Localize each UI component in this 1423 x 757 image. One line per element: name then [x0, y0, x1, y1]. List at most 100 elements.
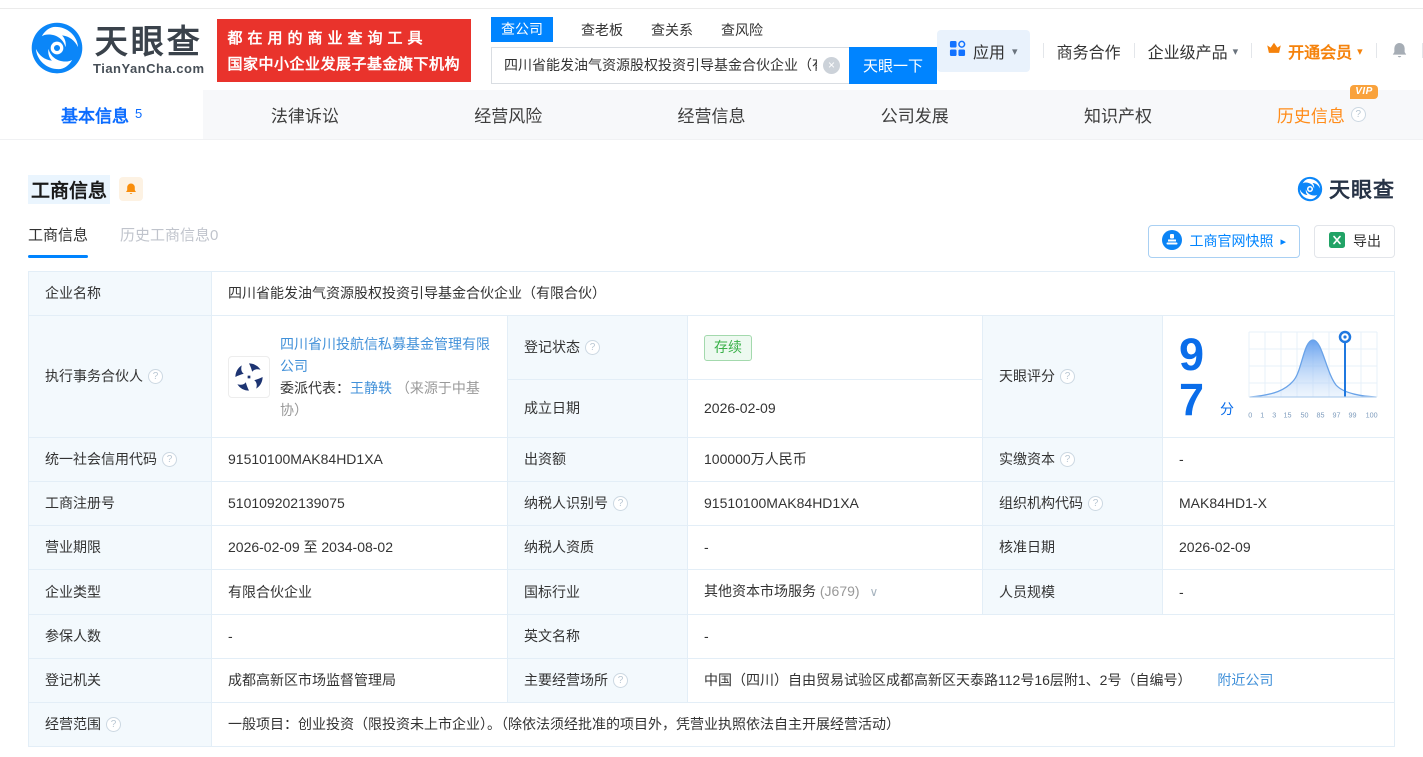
table-row: 经营范围? 一般项目：创业投资（限投资未上市企业）。（除依法须经批准的项目外，凭… — [28, 702, 1395, 747]
tab-operating-risk[interactable]: 经营风险 — [407, 90, 610, 139]
caret-down-icon: ▾ — [1012, 46, 1018, 58]
search-area: 查公司 查老板 查关系 查风险 × 天眼一下 — [491, 17, 938, 84]
help-icon[interactable]: ? — [148, 369, 163, 384]
field-label-industry: 国标行业 — [507, 569, 688, 615]
top-nav: 应用 ▾ 商务合作 企业级产品 ▾ 开通会员 ▾ 费米 ▾ — [937, 29, 1423, 72]
subtab-label: 历史工商信息0 — [120, 227, 219, 244]
open-vip-label: 开通会员 — [1288, 44, 1353, 62]
search-tab-relation[interactable]: 查关系 — [651, 20, 693, 40]
section-header: 工商信息 天眼查 — [28, 174, 1395, 204]
field-value-business-address: 中国（四川）自由贸易试验区成都高新区天泰路112号16层附1、2号（自编号） 附… — [687, 658, 1395, 703]
tab-count-badge: 5 — [135, 106, 143, 121]
tianyancha-logo-icon — [30, 21, 84, 80]
field-label-business-term: 营业期限 — [28, 525, 212, 570]
field-label-staff-size: 人员规模 — [982, 569, 1163, 615]
nav-open-vip[interactable]: 开通会员 ▾ — [1265, 39, 1363, 63]
score-axis-ticks: 01 3 15 50 85 97 99 100 — [1248, 411, 1378, 420]
divider — [1375, 43, 1377, 58]
divider — [1251, 43, 1253, 58]
notification-bell-icon[interactable] — [1390, 41, 1409, 60]
field-value-taxpayer-id: 91510100MAK84HD1XA — [687, 481, 983, 526]
field-value-paid-capital: - — [1162, 437, 1395, 482]
help-icon[interactable]: ? — [106, 717, 121, 732]
vip-badge: VIP — [1350, 85, 1378, 99]
partner-company-logo[interactable] — [228, 355, 270, 398]
tab-legal-proceedings[interactable]: 法律诉讼 — [203, 90, 406, 139]
table-row: 营业期限 2026-02-09 至 2034-08-02 纳税人资质 - 核准日… — [28, 525, 1395, 570]
field-label-english-name: 英文名称 — [507, 614, 688, 659]
help-icon[interactable]: ? — [1088, 496, 1103, 511]
arrow-right-icon: ▸ — [1280, 235, 1286, 248]
site-header: 天眼查 TianYanCha.com 都在用的商业查询工具 国家中小企业发展子基… — [0, 9, 1423, 90]
field-value-english-name: - — [687, 614, 1395, 659]
field-label-establish-date: 成立日期 — [507, 379, 688, 438]
address-text: 中国（四川）自由贸易试验区成都高新区天泰路112号16层附1、2号（自编号） — [704, 672, 1192, 688]
score-distribution-chart: 01 3 15 50 85 97 99 100 — [1248, 327, 1378, 426]
score-number: 97 — [1179, 328, 1205, 425]
search-input[interactable] — [491, 46, 850, 84]
apps-grid-icon — [949, 40, 966, 62]
help-icon[interactable]: ? — [585, 340, 600, 356]
official-snapshot-button[interactable]: 工商官网快照 ▸ — [1148, 224, 1300, 258]
field-label-business-address: 主要经营场所? — [507, 658, 688, 703]
tianyancha-logo[interactable]: 天眼查 TianYanCha.com — [30, 21, 205, 80]
field-value-contribution: 100000万人民币 — [687, 437, 983, 482]
field-label-business-scope: 经营范围? — [28, 702, 212, 747]
field-label-reg-authority: 登记机关 — [28, 658, 212, 703]
snapshot-label: 工商官网快照 — [1189, 233, 1274, 249]
nav-enterprise-products[interactable]: 企业级产品 ▾ — [1148, 39, 1239, 63]
field-label-taxpayer-id: 纳税人识别号? — [507, 481, 688, 526]
help-icon[interactable]: ? — [162, 452, 177, 467]
field-value-staff-size: - — [1162, 569, 1395, 615]
tab-company-development[interactable]: 公司发展 — [813, 90, 1016, 139]
search-tab-boss[interactable]: 查老板 — [581, 20, 623, 40]
clear-search-icon[interactable]: × — [823, 56, 841, 74]
caret-down-icon: ▾ — [1232, 46, 1239, 58]
nav-business-cooperation[interactable]: 商务合作 — [1057, 39, 1121, 63]
slogan-line2: 国家中小企业发展子基金旗下机构 — [227, 56, 461, 73]
field-value-insured-count: - — [211, 614, 508, 659]
rep-name-link[interactable]: 王静轶 — [350, 380, 392, 396]
help-icon[interactable]: ? — [1350, 107, 1366, 122]
export-button[interactable]: 导出 — [1314, 224, 1395, 258]
search-tab-risk[interactable]: 查风险 — [721, 20, 763, 40]
subtab-history-business-info[interactable]: 历史工商信息0 — [120, 224, 218, 258]
tab-basic-info[interactable]: 基本信息 5 — [0, 90, 204, 139]
field-label-company-name: 企业名称 — [28, 271, 212, 316]
help-icon[interactable]: ? — [1060, 369, 1075, 384]
business-info-table: 企业名称 四川省能发油气资源股权投资引导基金合伙企业（有限合伙） 执行事务合伙人… — [28, 271, 1395, 747]
excel-icon — [1328, 231, 1346, 252]
tab-label: 经营信息 — [677, 107, 746, 126]
watermark-text: 天眼查 — [1329, 179, 1395, 202]
help-icon[interactable]: ? — [1060, 452, 1075, 467]
inactive-underline — [120, 255, 218, 258]
table-row: 企业类型 有限合伙企业 国标行业 其他资本市场服务 (J679) ∨ 人员规模 … — [28, 569, 1395, 615]
industry-name: 其他资本市场服务 — [704, 583, 816, 599]
tab-operating-info[interactable]: 经营信息 — [610, 90, 813, 139]
search-tab-company[interactable]: 查公司 — [491, 17, 554, 42]
help-icon[interactable]: ? — [613, 673, 628, 688]
brand-slogan: 都在用的商业查询工具 国家中小企业发展子基金旗下机构 — [216, 19, 472, 82]
help-icon[interactable]: ? — [613, 496, 628, 511]
field-value-business-term: 2026-02-09 至 2034-08-02 — [211, 525, 508, 570]
slogan-line1: 都在用的商业查询工具 — [227, 30, 428, 47]
field-value-reg-number: 510109202139075 — [211, 481, 508, 526]
field-value-reg-authority: 成都高新区市场监督管理局 — [211, 658, 508, 703]
field-label-company-type: 企业类型 — [28, 569, 212, 615]
tab-intellectual-property[interactable]: 知识产权 — [1016, 90, 1219, 139]
chevron-down-icon[interactable]: ∨ — [869, 585, 878, 599]
partner-company-link[interactable]: 四川省川投航信私募基金管理有限公司 — [280, 336, 490, 374]
subtab-business-info[interactable]: 工商信息 — [28, 224, 89, 258]
search-button[interactable]: 天眼一下 — [849, 46, 938, 84]
nearby-companies-link[interactable]: 附近公司 — [1217, 672, 1273, 688]
apps-menu[interactable]: 应用 ▾ — [937, 29, 1030, 72]
tab-history-info[interactable]: 历史信息 ? VIP — [1220, 85, 1423, 139]
divider — [1042, 43, 1044, 58]
logo-domain-text: TianYanCha.com — [93, 61, 205, 76]
field-value-approval-date: 2026-02-09 — [1162, 525, 1395, 570]
logo-cn-text: 天眼查 — [94, 23, 203, 60]
monitor-bell-icon[interactable] — [119, 177, 144, 201]
score-unit: 分 — [1220, 401, 1234, 417]
field-value-company-name: 四川省能发油气资源股权投资引导基金合伙企业（有限合伙） — [211, 271, 1395, 316]
field-value-establish-date: 2026-02-09 — [687, 379, 983, 438]
